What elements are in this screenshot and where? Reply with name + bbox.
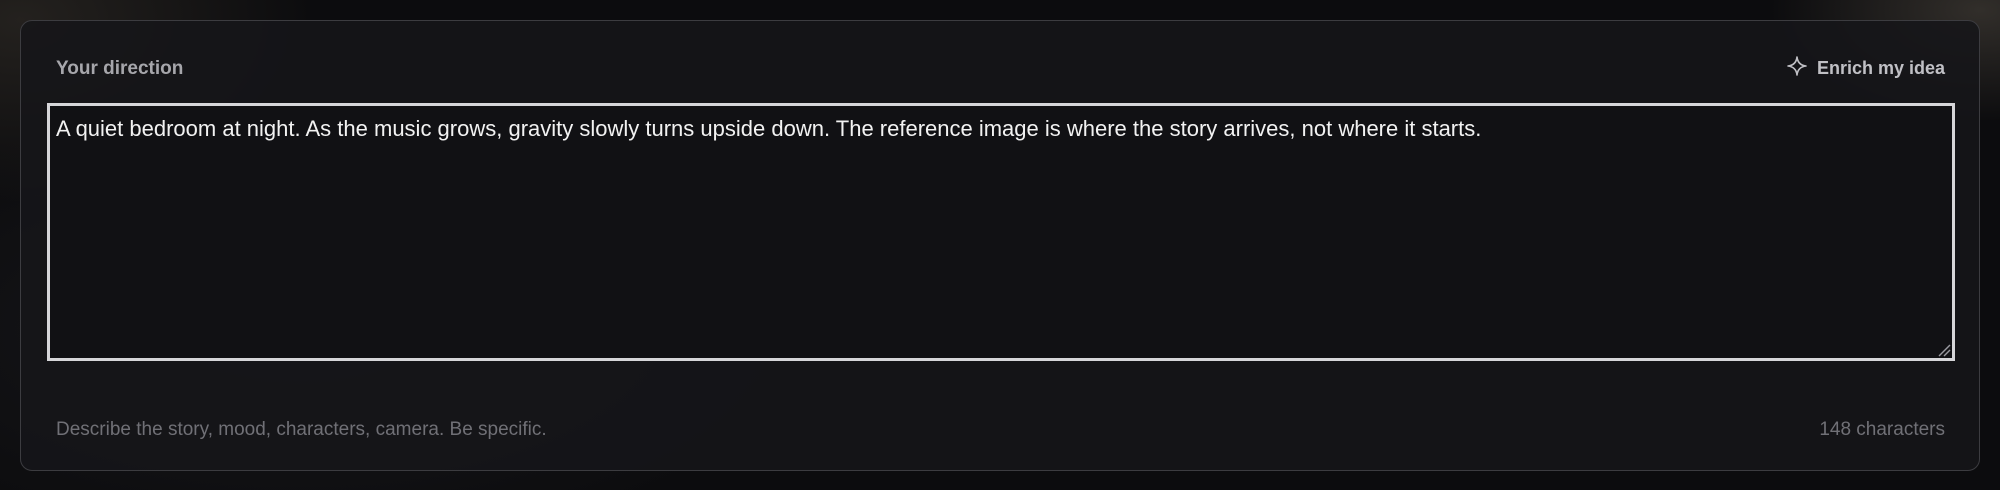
direction-textarea[interactable]: A quiet bedroom at night. As the music g… [47,103,1955,361]
enrich-idea-label: Enrich my idea [1816,58,1945,78]
field-label: Your direction [56,58,184,79]
sparkle-icon [1787,56,1807,81]
character-count: 148 characters [1819,419,1945,440]
direction-panel: Your direction Enrich my idea A quiet be… [20,20,1980,471]
enrich-idea-button[interactable]: Enrich my idea [1787,56,1945,81]
resize-handle-icon[interactable] [1937,343,1951,357]
helper-text: Describe the story, mood, characters, ca… [56,419,547,440]
